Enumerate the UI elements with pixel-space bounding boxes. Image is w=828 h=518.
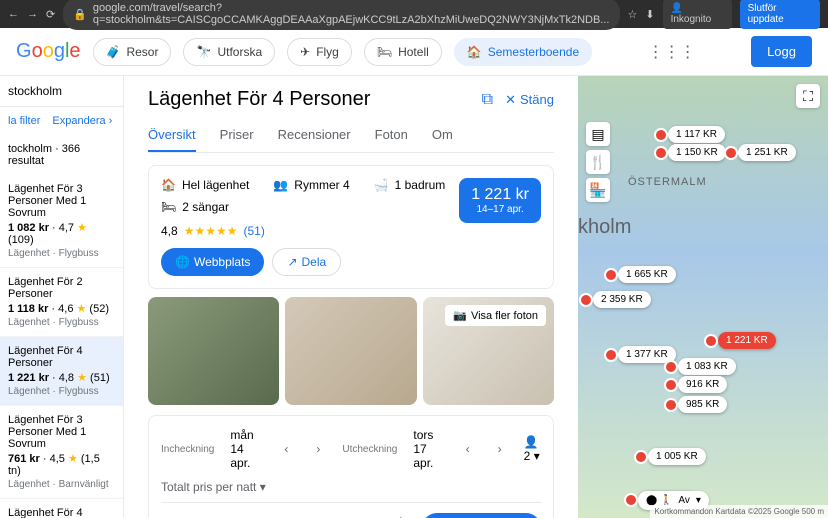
all-filters[interactable]: la filter (8, 115, 40, 127)
total-price-toggle[interactable]: Totalt pris per natt ▾ (161, 480, 541, 494)
chip-rentals[interactable]: 🏠 Semesterboende (454, 38, 592, 66)
google-header: Google 🧳 Resor 🔭 Utforska ✈ Flyg 🛏 Hotel… (0, 28, 828, 76)
fullscreen-icon[interactable]: ⛶ (796, 84, 820, 108)
map-attribution: Kortkommandon Kartdata ©2025 Google 500 … (650, 505, 828, 518)
price-pin[interactable]: 1 221 KR (718, 332, 776, 349)
url-text: google.com/travel/search?q=stockholm&ts=… (93, 2, 610, 26)
visit-website-button[interactable]: Besök webbplats (422, 513, 541, 518)
tab-om[interactable]: Om (432, 119, 453, 152)
website-button[interactable]: 🌐 Webbplats (161, 248, 264, 276)
url-bar[interactable]: 🔒 google.com/travel/search?q=stockholm&t… (63, 0, 619, 30)
apps-icon[interactable]: ⋮⋮⋮ (648, 42, 696, 62)
price-pin[interactable]: 1 665 KR (618, 266, 676, 283)
photo-2[interactable] (285, 297, 416, 405)
star-icon[interactable]: ☆ (628, 8, 638, 21)
price-pin[interactable]: 2 359 KR (593, 291, 651, 308)
checkin-date[interactable]: mån 14 apr. (230, 428, 262, 470)
reload-icon[interactable]: ⟳ (46, 8, 55, 21)
price-pin[interactable]: 1 117 KR (668, 126, 725, 143)
chip-flights[interactable]: ✈ Flyg (287, 38, 352, 66)
results-count: tockholm · 366 resultat (0, 135, 123, 175)
search-input[interactable] (8, 84, 124, 98)
nav-fwd-icon[interactable]: → (27, 8, 38, 20)
expand-link[interactable]: Expandera › (52, 115, 112, 127)
download-icon[interactable]: ⬇ (645, 8, 654, 21)
more-photos-button[interactable]: 📷 Visa fler foton (445, 305, 546, 326)
photo-1[interactable] (148, 297, 279, 405)
checkout-prev[interactable]: ‹ (460, 440, 476, 458)
google-logo[interactable]: Google (16, 40, 81, 63)
checkout-date[interactable]: tors 17 apr. (413, 428, 443, 470)
restaurant-icon[interactable]: 🍴 (586, 150, 610, 174)
chip-explore[interactable]: 🔭 Utforska (183, 38, 275, 66)
tab-översikt[interactable]: Översikt (148, 119, 196, 152)
incognito-badge: 👤 Inkognito (663, 0, 732, 29)
price-pin[interactable]: 985 KR (678, 396, 727, 413)
update-button[interactable]: Slutför uppdate (740, 0, 820, 29)
open-external-icon[interactable]: ⧉ (482, 91, 493, 109)
result-item[interactable]: Lägenhet För 4 Personer Med 1 Sovrum915 … (0, 499, 123, 518)
price-pin[interactable]: 1 150 KR (668, 144, 726, 161)
price-badge: 1 221 kr 14–17 apr. (459, 178, 541, 223)
price-pin[interactable]: 916 KR (678, 376, 727, 393)
lock-icon: 🔒 (73, 8, 87, 21)
rating-value: 4,8 (161, 224, 178, 238)
guests-selector[interactable]: 👤 2 ▾ (524, 435, 541, 463)
result-item[interactable]: Lägenhet För 4 Personer1 221 kr · 4,8 ★ … (0, 337, 123, 406)
results-sidebar: ✕ la filter Expandera › tockholm · 366 r… (0, 76, 124, 518)
result-item[interactable]: Lägenhet För 3 Personer Med 1 Sovrum1 08… (0, 175, 123, 268)
login-button[interactable]: Logg (751, 36, 812, 67)
checkin-next[interactable]: › (310, 440, 326, 458)
chip-travel[interactable]: 🧳 Resor (93, 38, 172, 66)
checkout-label: Utcheckning (342, 444, 397, 455)
result-item[interactable]: Lägenhet För 3 Personer Med 1 Sovrum761 … (0, 406, 123, 499)
close-button[interactable]: ✕ Stäng (505, 92, 554, 108)
amenity-capacity: 👥 Rymmer 4 (273, 178, 349, 192)
district-label: ÖSTERMALM (628, 176, 707, 188)
nav-back-icon[interactable]: ← (8, 8, 19, 20)
share-button[interactable]: ↗ Dela (272, 248, 341, 276)
tab-recensioner[interactable]: Recensioner (278, 119, 351, 152)
tab-foton[interactable]: Foton (375, 119, 408, 152)
rating-stars: ★★★★★ (184, 224, 238, 238)
price-pin[interactable]: 1 005 KR (648, 448, 706, 465)
photo-strip[interactable]: 📷 Visa fler foton (148, 297, 554, 405)
checkin-label: Incheckning (161, 444, 214, 455)
map[interactable]: ⛶ ▤ 🍴 🏪 ÖSTERMALM kholm 1 117 KR1 150 KR… (578, 76, 828, 518)
chip-hotels[interactable]: 🛏 Hotell (364, 38, 442, 66)
amenity-bathroom: 🛁 1 badrum (374, 178, 446, 192)
checkout-next[interactable]: › (492, 440, 508, 458)
result-item[interactable]: Lägenhet För 2 Personer1 118 kr · 4,6 ★ … (0, 268, 123, 337)
browser-chrome: ← → ⟳ 🔒 google.com/travel/search?q=stock… (0, 0, 828, 28)
tab-priser[interactable]: Priser (220, 119, 254, 152)
checkin-prev[interactable]: ‹ (278, 440, 294, 458)
review-count[interactable]: (51) (243, 224, 264, 238)
price-pin[interactable]: 1 083 KR (678, 358, 736, 375)
layers-icon[interactable]: ▤ (586, 122, 610, 146)
amenity-apartment: 🏠 Hel lägenhet (161, 178, 249, 192)
transit-icon[interactable]: 🏪 (586, 178, 610, 202)
detail-title: Lägenhet För 4 Personer (148, 88, 470, 111)
city-label: kholm (578, 216, 631, 239)
price-pin[interactable]: 1 251 KR (738, 144, 796, 161)
detail-panel: Lägenhet För 4 Personer ⧉ ✕ Stäng Översi… (124, 76, 578, 518)
